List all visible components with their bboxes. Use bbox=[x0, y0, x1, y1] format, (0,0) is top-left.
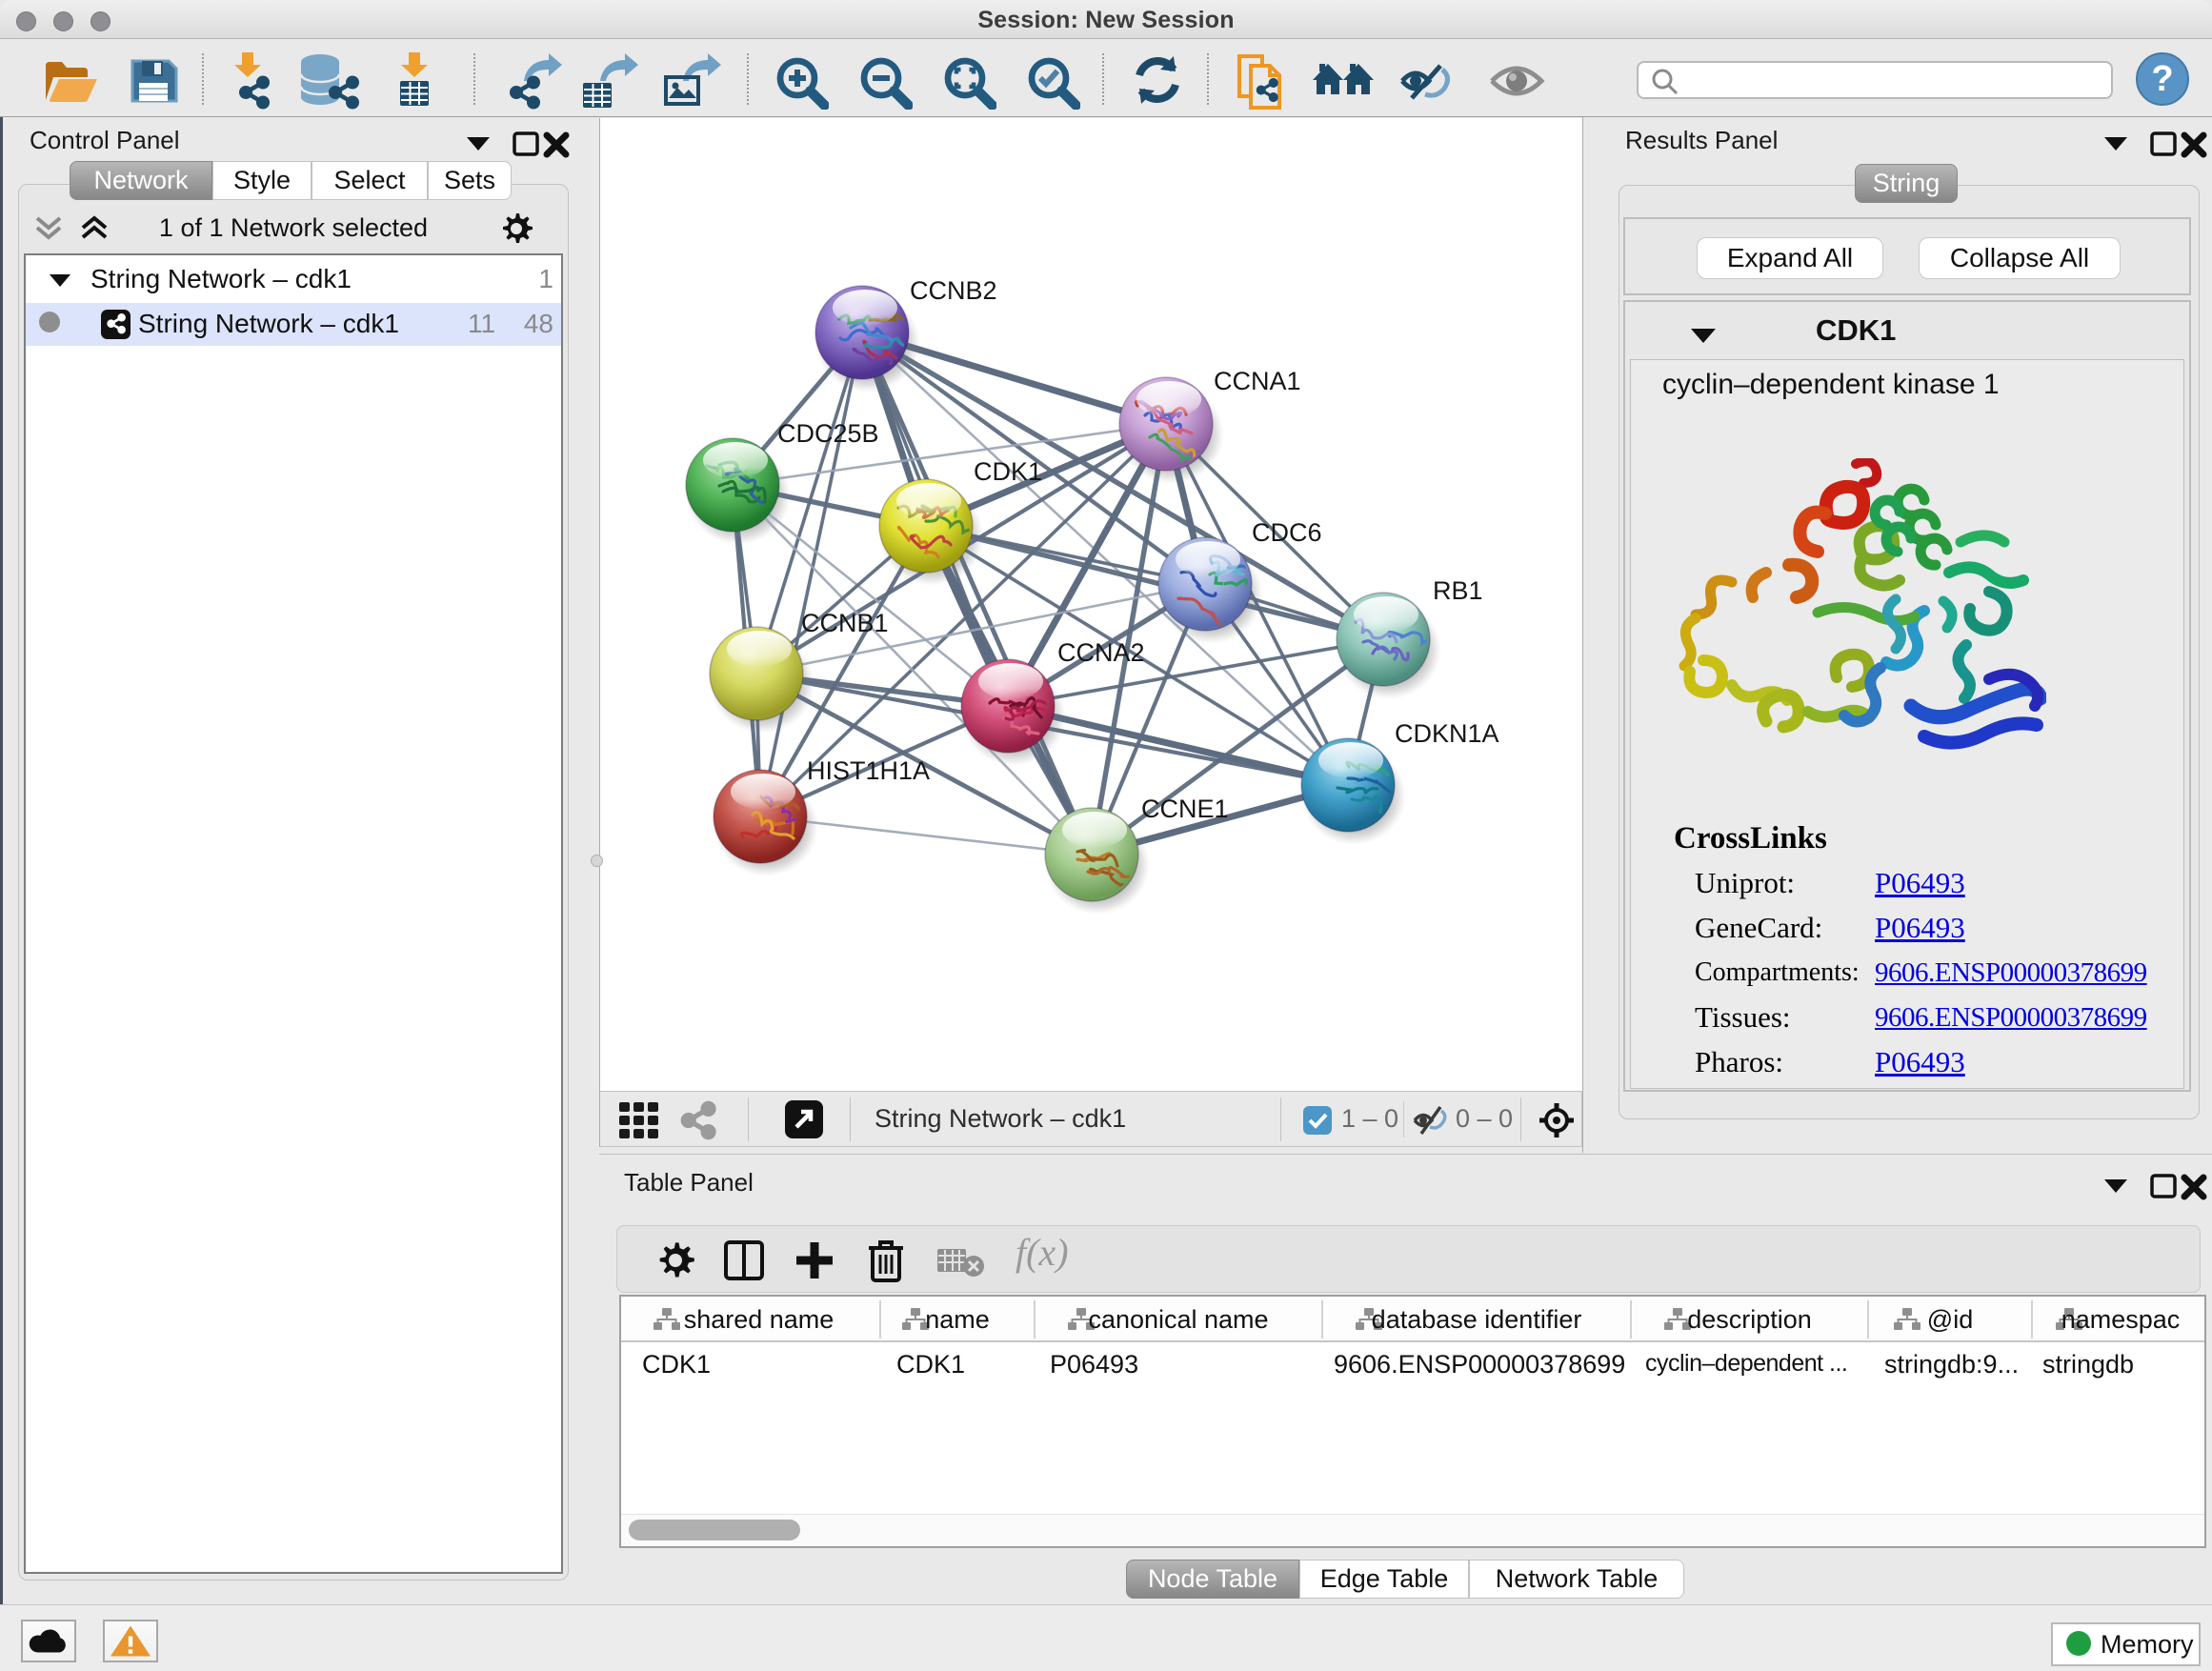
svg-text:HIST1H1A: HIST1H1A bbox=[807, 756, 930, 785]
svg-text:CDKN1A: CDKN1A bbox=[1395, 719, 1499, 748]
svg-text:CDC25B: CDC25B bbox=[777, 419, 879, 448]
svg-text:RB1: RB1 bbox=[1433, 576, 1483, 605]
svg-text:CDK1: CDK1 bbox=[974, 457, 1042, 486]
svg-text:CDC6: CDC6 bbox=[1252, 518, 1322, 547]
svg-text:?: ? bbox=[2151, 59, 2173, 99]
svg-text:CCNE1: CCNE1 bbox=[1141, 795, 1229, 823]
svg-text:CCNB2: CCNB2 bbox=[910, 276, 997, 305]
svg-text:CCNA1: CCNA1 bbox=[1214, 367, 1301, 395]
svg-text:CCNB1: CCNB1 bbox=[801, 609, 889, 637]
svg-text:CCNA2: CCNA2 bbox=[1057, 638, 1145, 667]
